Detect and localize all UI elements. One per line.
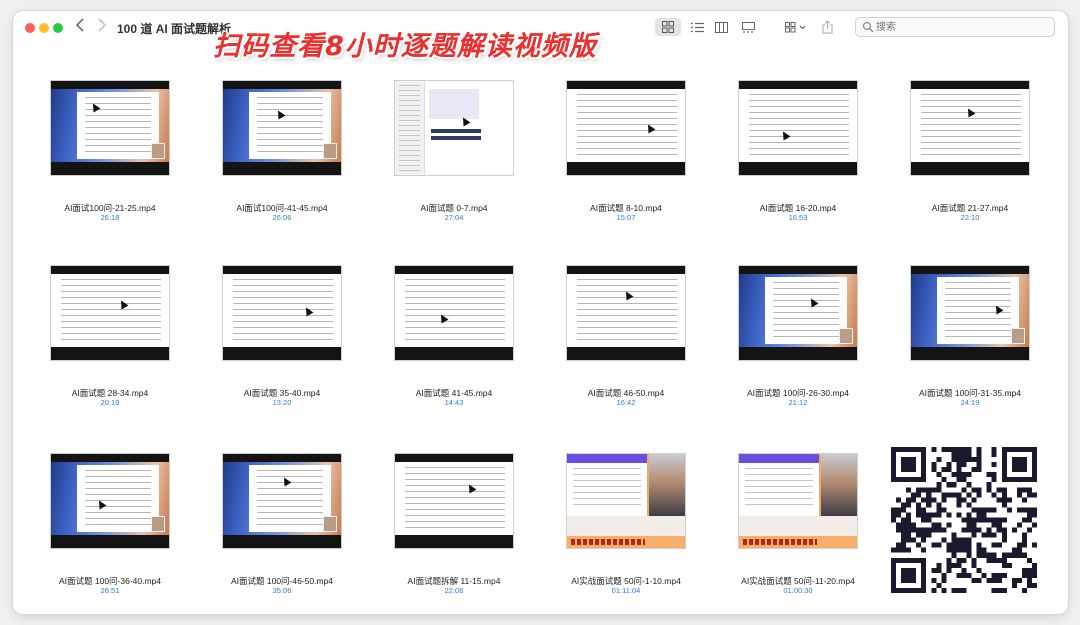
file-duration: 01:00:30	[783, 586, 813, 595]
back-button[interactable]	[71, 18, 89, 36]
group-by-button[interactable]	[783, 18, 809, 36]
finder-window: 100 道 AI 面试题解析 扫码查看8小时逐题解读视频版 AI面试100问-2…	[13, 11, 1068, 614]
share-button[interactable]	[818, 18, 836, 36]
file-duration: 14:43	[444, 398, 464, 407]
file-name: AI面试题 46-50.mp4	[587, 388, 665, 398]
video-thumbnail	[50, 265, 170, 361]
file-name: AI面试题 8-10.mp4	[590, 203, 662, 213]
minimize-window-button[interactable]	[39, 23, 49, 33]
file-item[interactable]: AI面试题拆解 11-15.mp4 22:06	[368, 453, 540, 595]
video-thumbnail	[910, 265, 1030, 361]
video-thumbnail	[50, 453, 170, 549]
video-thumbnail	[394, 453, 514, 549]
video-thumbnail	[738, 265, 858, 361]
file-item[interactable]: AI面试题 46-50.mp4 16:42	[540, 265, 712, 407]
file-item[interactable]: AI面试题 100问-26-30.mp4 21:12	[712, 265, 884, 407]
file-duration: 24:19	[960, 398, 980, 407]
qr-code[interactable]	[891, 447, 1037, 593]
file-name: AI面试题 100问-31-35.mp4	[918, 388, 1022, 398]
video-thumbnail	[50, 80, 170, 176]
file-name: AI面试题 0-7.mp4	[420, 203, 488, 213]
file-item[interactable]: AI面试100问-41-45.mp4 26:06	[196, 80, 368, 222]
grid-view-icon	[662, 21, 674, 33]
file-duration: 26:51	[100, 586, 120, 595]
file-item[interactable]: AI面试题 41-45.mp4 14:43	[368, 265, 540, 407]
close-window-button[interactable]	[25, 23, 35, 33]
video-thumbnail	[222, 453, 342, 549]
search-field[interactable]	[855, 17, 1055, 37]
file-item[interactable]: AI面试题 16-20.mp4 16:53	[712, 80, 884, 222]
file-name: AI面试题 100问-26-30.mp4	[746, 388, 850, 398]
file-name: AI面试题 28-34.mp4	[71, 388, 149, 398]
file-item[interactable]: AI面试题 35-40.mp4 13:20	[196, 265, 368, 407]
file-item[interactable]: AI面试题 21-27.mp4 22:10	[884, 80, 1056, 222]
list-view-icon	[690, 22, 704, 32]
zoom-window-button[interactable]	[53, 23, 63, 33]
search-input[interactable]	[876, 19, 1046, 35]
promo-overlay-title: 扫码查看8小时逐题解读视频版	[213, 31, 597, 62]
file-item[interactable]: AI面试题 100问-36-40.mp4 26:51	[24, 453, 196, 595]
file-name: AI实战面试题 50问-11-20.mp4	[741, 576, 855, 586]
file-item[interactable]: AI面试题 8-10.mp4 15:07	[540, 80, 712, 222]
file-name: AI面试100问-41-45.mp4	[236, 203, 328, 213]
file-duration: 01:11:04	[611, 586, 641, 595]
video-thumbnail	[222, 80, 342, 176]
gallery-view-button[interactable]	[737, 18, 759, 36]
file-name: AI面试100问-21-25.mp4	[64, 203, 156, 213]
gallery-view-icon	[741, 21, 755, 33]
list-view-button[interactable]	[686, 18, 708, 36]
chevron-left-icon	[75, 18, 84, 32]
search-icon	[862, 21, 874, 33]
file-name: AI面试题拆解 11-15.mp4	[407, 576, 501, 586]
file-name: AI面试题 100问-36-40.mp4	[58, 576, 162, 586]
video-thumbnail	[566, 265, 686, 361]
file-name: AI实战面试题 50问-1-10.mp4	[571, 576, 681, 586]
file-duration: 13:20	[272, 398, 292, 407]
file-name: AI面试题 35-40.mp4	[243, 388, 321, 398]
file-item[interactable]: AI面试题 28-34.mp4 20:19	[24, 265, 196, 407]
group-icon	[785, 21, 806, 32]
icon-view-button[interactable]	[655, 18, 681, 36]
file-duration: 21:12	[788, 398, 808, 407]
file-duration: 26:06	[272, 213, 292, 222]
file-item[interactable]: AI实战面试题 50问-1-10.mp4 01:11:04	[540, 453, 712, 595]
file-item[interactable]: AI面试题 100问-31-35.mp4 24:19	[884, 265, 1056, 407]
columns-view-icon	[714, 21, 728, 33]
file-duration: 27:04	[444, 213, 464, 222]
file-name: AI面试题 41-45.mp4	[415, 388, 493, 398]
file-duration: 16:53	[788, 213, 808, 222]
file-item[interactable]: AI面试100问-21-25.mp4 26:18	[24, 80, 196, 222]
forward-button[interactable]	[93, 18, 111, 36]
file-duration: 22:10	[960, 213, 980, 222]
chevron-right-icon	[98, 18, 107, 32]
column-view-button[interactable]	[710, 18, 732, 36]
file-name: AI面试题 16-20.mp4	[759, 203, 837, 213]
file-duration: 35:06	[272, 586, 292, 595]
file-name: AI面试题 100问-46-50.mp4	[230, 576, 334, 586]
file-item[interactable]: AI面试题 0-7.mp4 27:04	[368, 80, 540, 222]
file-duration: 15:07	[616, 213, 636, 222]
video-thumbnail	[566, 80, 686, 176]
file-item[interactable]: AI实战面试题 50问-11-20.mp4 01:00:30	[712, 453, 884, 595]
file-name: AI面试题 21-27.mp4	[931, 203, 1009, 213]
video-thumbnail	[738, 80, 858, 176]
file-item[interactable]: AI面试题 100问-46-50.mp4 35:06	[196, 453, 368, 595]
file-duration: 26:18	[100, 213, 120, 222]
video-thumbnail	[394, 265, 514, 361]
file-duration: 22:06	[444, 586, 464, 595]
video-thumbnail	[222, 265, 342, 361]
video-thumbnail	[394, 80, 514, 176]
video-thumbnail	[738, 453, 858, 549]
video-thumbnail	[910, 80, 1030, 176]
file-duration: 20:19	[100, 398, 120, 407]
video-thumbnail	[566, 453, 686, 549]
file-duration: 16:42	[616, 398, 636, 407]
share-icon	[822, 20, 832, 34]
